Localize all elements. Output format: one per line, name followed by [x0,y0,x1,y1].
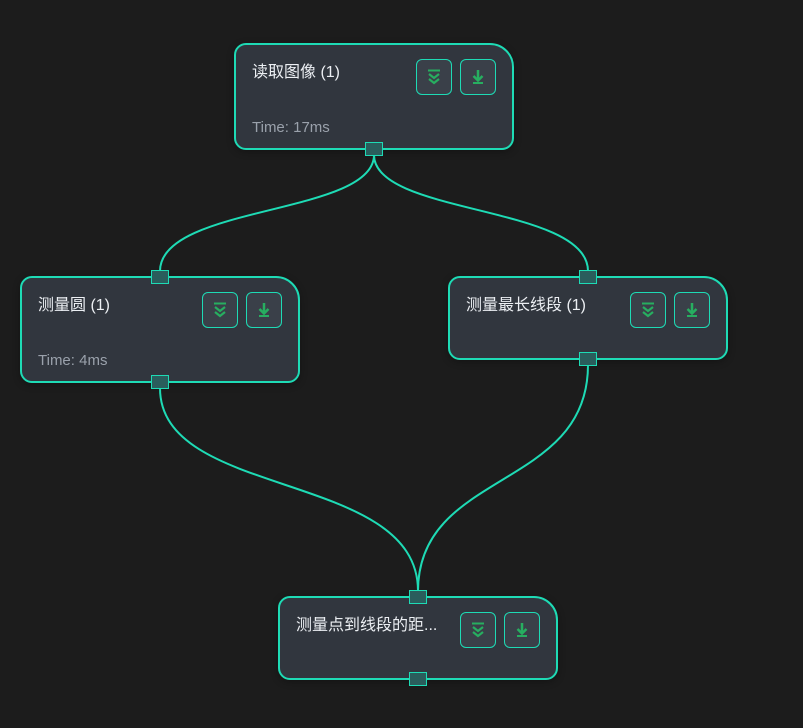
node-time: Time: 4ms [38,352,282,369]
node-header: 测量圆 (1) [38,292,282,328]
node-measure-circle[interactable]: 测量圆 (1) Time: 4ms [20,276,300,383]
node-actions [416,59,496,95]
port-out[interactable] [409,672,427,686]
node-header: 读取图像 (1) [252,59,496,95]
expand-button[interactable] [460,612,496,648]
expand-button[interactable] [202,292,238,328]
port-out[interactable] [579,352,597,366]
download-arrow-icon [513,621,531,639]
port-in[interactable] [409,590,427,604]
expand-double-chevron-icon [425,68,443,86]
node-header: 测量点到线段的距... [296,612,540,648]
port-in[interactable] [151,270,169,284]
node-actions [460,612,540,648]
expand-button[interactable] [630,292,666,328]
node-time: Time: 17ms [252,119,496,136]
node-title: 测量圆 (1) [38,292,110,317]
expand-double-chevron-icon [639,301,657,319]
node-read-image[interactable]: 读取图像 (1) Time: 17ms [234,43,514,150]
node-title: 测量最长线段 (1) [466,292,586,317]
expand-double-chevron-icon [211,301,229,319]
node-measure-point-to-segment[interactable]: 测量点到线段的距... [278,596,558,680]
download-button[interactable] [504,612,540,648]
node-header: 测量最长线段 (1) [466,292,710,328]
port-out[interactable] [365,142,383,156]
download-arrow-icon [255,301,273,319]
download-arrow-icon [683,301,701,319]
port-out[interactable] [151,375,169,389]
download-button[interactable] [460,59,496,95]
port-in[interactable] [579,270,597,284]
node-actions [630,292,710,328]
node-actions [202,292,282,328]
node-title: 测量点到线段的距... [296,612,437,637]
download-button[interactable] [246,292,282,328]
expand-double-chevron-icon [469,621,487,639]
expand-button[interactable] [416,59,452,95]
download-button[interactable] [674,292,710,328]
download-arrow-icon [469,68,487,86]
node-title: 读取图像 (1) [252,59,340,84]
node-measure-longest-segment[interactable]: 测量最长线段 (1) [448,276,728,360]
